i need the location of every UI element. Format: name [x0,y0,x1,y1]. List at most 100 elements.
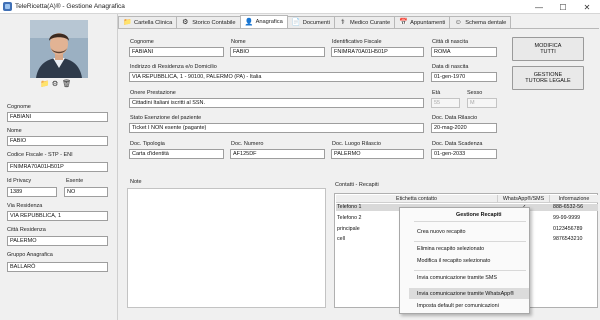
tab-bar: 📁 Cartella Clinica ⚙ Storico Contabile 👤 An… [118,15,512,28]
onere-field[interactable]: Cittadini Italiani iscritti al SSN. [129,98,424,108]
column-header-info[interactable]: Informazione [550,195,598,203]
menu-separator [414,270,526,271]
nome-field[interactable]: FABIO [7,136,108,146]
tab-storico-contabile[interactable]: ⚙ Storico Contabile [176,16,241,28]
document-icon: 📄 [291,19,301,26]
row-label: Telefono 2 [337,215,362,221]
numero-label: Doc. Numero [231,141,264,147]
tab-schema-dentale[interactable]: ☺ Schema dentale [449,16,512,28]
privacy-field[interactable]: 1389 [7,187,57,197]
folder-icon: 📁 [123,19,132,26]
tab-cartella-clinica[interactable]: 📁 Cartella Clinica [118,16,178,28]
gestione-tutore-button[interactable]: GESTIONE TUTORE LEGALE [512,66,584,90]
tab-appuntamenti[interactable]: 📅 Appuntamenti [394,16,451,28]
doctor-icon: ⚕ [341,19,345,26]
gruppo-field[interactable]: BALLARÒ [7,262,108,272]
modifica-tutti-button[interactable]: MODIFICA TUTTI [512,37,584,61]
codice-fiscale-label: Codice Fiscale - STP - ENI [7,152,73,158]
tab-label: Appuntamenti [410,19,446,26]
idfiscale-field[interactable]: FNIMRA70A01H501P [331,47,424,57]
close-button[interactable]: ✕ [575,0,599,14]
tab-documenti[interactable]: 📄 Documenti [286,16,335,28]
tab-label: Cartella Clinica [134,19,173,26]
data-nascita-label: Data di nascita [432,64,469,70]
context-menu-gestione-recapiti: Gestione Recapiti Crea nuovo recapito El… [399,207,530,314]
window-title: TeleRicetta(A)® - Gestione Anagrafica [15,3,125,10]
folder-icon[interactable]: 📁 [40,80,49,88]
photo-tools: 📁 ⚙ 🗑 [40,80,72,88]
menu-item-elimina-recapito[interactable]: Elimina recapito selezionato [417,246,484,252]
row-info: 99-99-9999 [553,215,581,221]
row-info: 0123456789 [553,226,583,232]
tab-medico-curante[interactable]: ⚕ Medico Curante [333,16,396,28]
tab-anagrafica[interactable]: 👤 Anagrafica [239,15,288,28]
nome-label: Nome [7,128,22,134]
menu-item-invia-whatsapp[interactable]: Invia comunicazione tramite WhatsApp® [417,291,514,297]
calendar-icon: 📅 [399,19,408,26]
citta-field[interactable]: PALERMO [7,236,108,246]
row-label: principale [337,226,360,232]
esenzione-label: Stato Esenzione del paziente [130,115,202,121]
esenzione-field[interactable]: Ticket I NON esente (pagante) [129,123,424,133]
maximize-button[interactable]: ☐ [551,0,575,14]
data-rilascio-field[interactable]: 20-mag-2020 [431,123,497,133]
tipologia-label: Doc. Tipologia [130,141,165,147]
menu-item-modifica-recapito[interactable]: Modifica il recapito selezionato [417,258,490,264]
esente-field[interactable]: NO [64,187,108,197]
tooth-icon: ☺ [454,19,462,26]
data-nascita-field[interactable]: 01-gen-1970 [431,72,497,82]
row-info: 888-6532-56 [553,204,584,210]
column-header-label[interactable]: Etichetta contatto [336,195,498,203]
onere-label: Onere Prestazione [130,90,176,96]
citta-nascita-field[interactable]: ROMA [431,47,497,57]
citta-nascita-label: Città di nascita [432,39,469,45]
tab-label: Storico Contabile [192,19,236,26]
gruppo-label: Gruppo Anagrafica [7,252,53,258]
eta-field: 55 [431,98,460,108]
note-textarea[interactable] [127,188,326,308]
idfiscale-label: Identificativo Fiscale [332,39,382,45]
form-nome-field[interactable]: FABIO [230,47,325,57]
patient-photo [30,20,88,78]
cognome-field[interactable]: FABIANI [7,112,108,122]
codice-fiscale-field[interactable]: FNIMRA70A01H501P [7,162,108,172]
luogo-label: Doc. Luogo Rilascio [332,141,381,147]
menu-item-crea-recapito[interactable]: Crea nuovo recapito [417,229,466,235]
button-line: TUTTI [540,49,556,55]
trash-icon[interactable]: 🗑 [62,80,72,88]
row-label: cell [337,236,345,242]
tab-label: Schema dentale [465,19,507,26]
row-info: 9876543210 [553,236,583,242]
camera-icon[interactable]: ⚙ [51,80,59,88]
menu-item-invia-sms[interactable]: Invia comunicazione tramite SMS [417,275,497,281]
user-icon: 👤 [244,18,254,26]
via-field[interactable]: VIA REPUBBLICA, 1 [7,211,108,221]
row-label: Telefono 1 [337,204,362,210]
cognome-label: Cognome [7,104,31,110]
privacy-label: Id Privacy [7,178,32,184]
menu-separator [414,241,526,242]
form-nome-label: Nome [231,39,246,45]
sesso-field: M [467,98,497,108]
via-label: Via Residenza [7,203,43,209]
form-cognome-field[interactable]: FABIANI [129,47,224,57]
sesso-label: Sesso [467,90,483,96]
gear-icon: ⚙ [182,19,189,26]
numero-field[interactable]: AF125DF [230,149,325,159]
minimize-button[interactable]: — [527,0,551,14]
citta-label: Città Residenza [7,227,46,233]
scadenza-field[interactable]: 01-gen-2033 [431,149,497,159]
title-bar: TeleRicetta(A)® - Gestione Anagrafica — … [0,0,600,14]
column-header-whatsapp[interactable]: WhatsApp®/SMS [498,195,550,203]
indirizzo-label: Indirizzo di Residenza e/o Domicilio [130,64,217,70]
app-icon [3,2,12,11]
indirizzo-field[interactable]: VIA REPUBBLICA, 1 - 90100, PALERMO (PA) … [129,72,424,82]
luogo-field[interactable]: PALERMO [331,149,424,159]
tipologia-field[interactable]: Carta d'identità [129,149,224,159]
button-line: TUTORE LEGALE [525,78,571,84]
form-cognome-label: Cognome [130,39,154,45]
note-label: Note [130,179,142,185]
contacts-label: Contatti - Recapiti [335,182,379,188]
tab-label: Anagrafica [255,19,283,25]
menu-item-imposta-default[interactable]: Imposta default per comunicazioni [417,303,499,309]
